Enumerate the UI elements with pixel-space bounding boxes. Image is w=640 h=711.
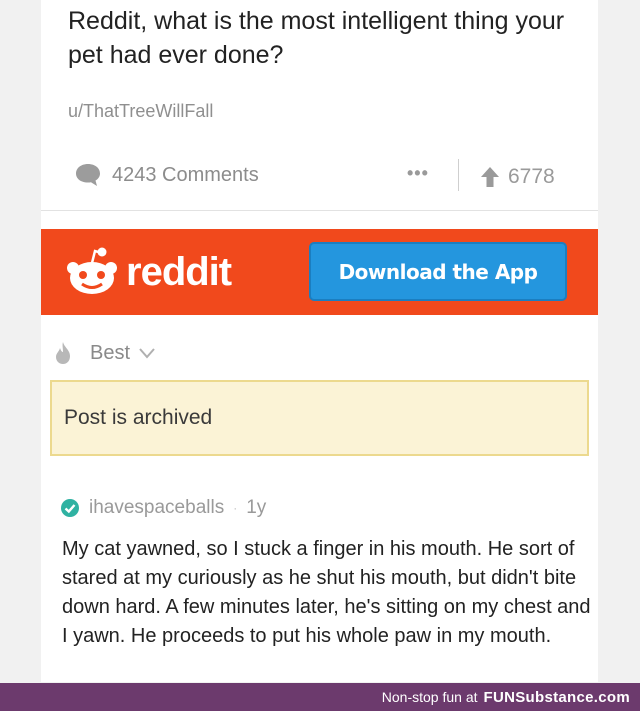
chevron-down-icon	[139, 348, 155, 359]
divider	[41, 210, 598, 211]
post-author[interactable]: u/ThatTreeWillFall	[68, 101, 213, 122]
watermark-brand: FUNSubstance.com	[483, 688, 630, 706]
archived-notice: Post is archived	[50, 380, 589, 456]
archived-notice-text: Post is archived	[64, 406, 213, 429]
more-options-button[interactable]: •••	[407, 163, 429, 184]
comment-username[interactable]: ihavespaceballs	[89, 497, 224, 519]
sort-label: Best	[90, 341, 131, 364]
snoo-icon	[67, 247, 117, 294]
reddit-wordmark: reddit	[126, 249, 232, 294]
comment-age: 1y	[246, 497, 267, 518]
comments-button[interactable]: 4243 Comments	[74, 161, 259, 189]
score-value: 6778	[508, 165, 555, 188]
up-arrow-icon	[481, 167, 499, 187]
flame-icon	[56, 342, 70, 364]
check-circle-icon	[61, 499, 79, 517]
comments-count: 4243 Comments	[112, 163, 259, 186]
post-title[interactable]: Reddit, what is the most intelligent thi…	[68, 4, 588, 72]
reddit-logo[interactable]: reddit	[64, 244, 232, 300]
watermark-bar: Non-stop fun at FUNSubstance.com	[0, 683, 640, 711]
sort-dropdown[interactable]: Best	[54, 338, 156, 368]
upvote-button[interactable]: 6778	[480, 163, 555, 191]
speech-bubble-icon	[76, 164, 100, 186]
meta-separator: ·	[233, 501, 238, 515]
download-app-button[interactable]: Download the App	[309, 242, 567, 301]
divider	[458, 159, 459, 191]
watermark-text: Non-stop fun at	[381, 689, 478, 705]
comment-body: My cat yawned, so I stuck a finger in hi…	[62, 538, 591, 647]
comment-header: ihavespaceballs · 1y	[60, 494, 266, 522]
